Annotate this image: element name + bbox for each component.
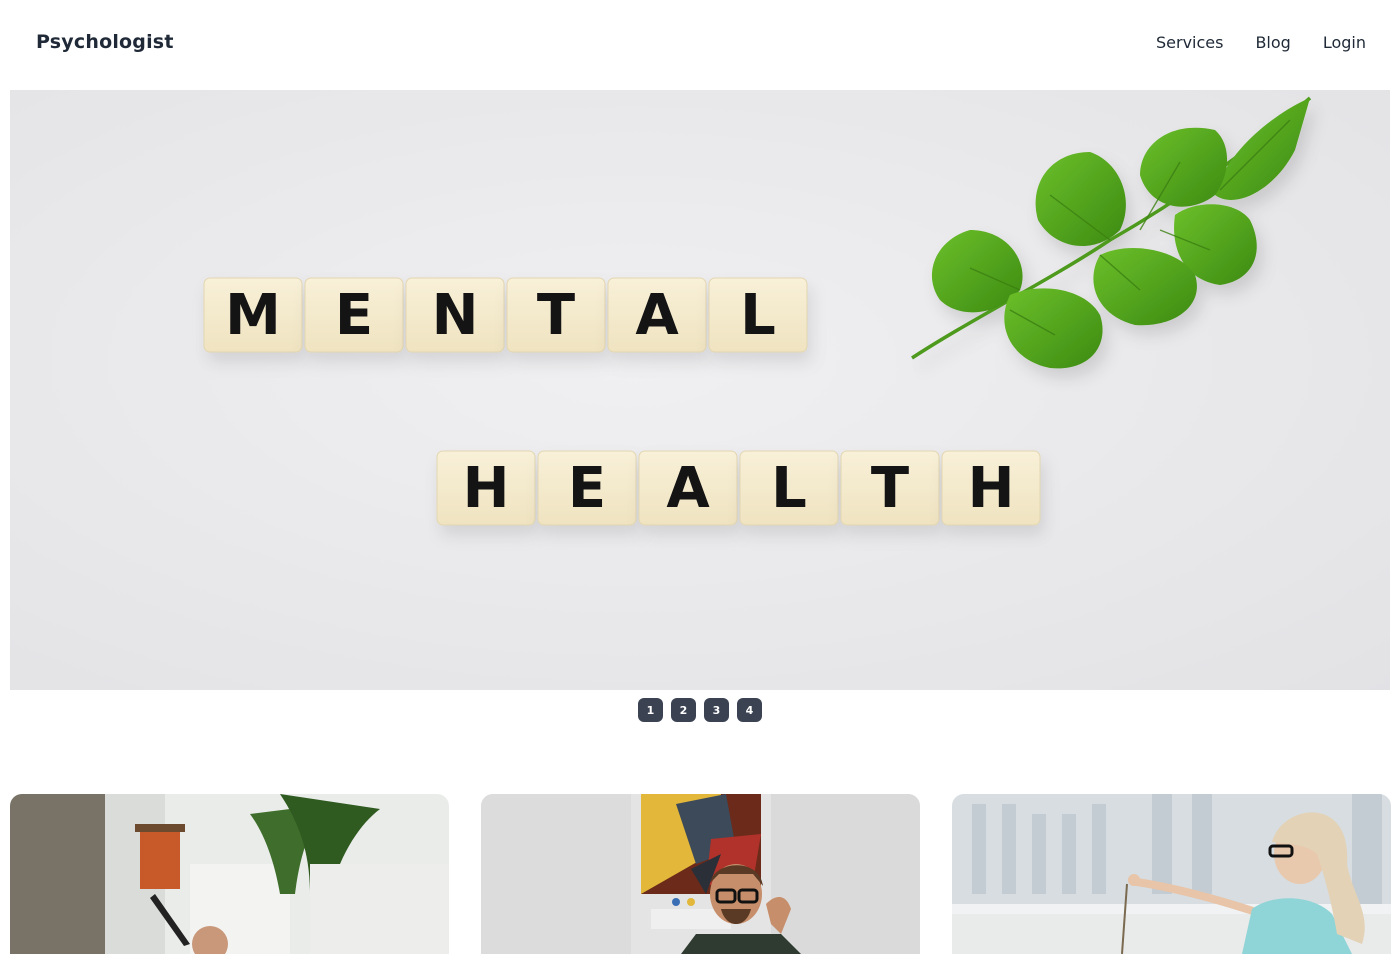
svg-text:M: M bbox=[225, 283, 281, 348]
nav-links: Services Blog Login bbox=[1156, 33, 1366, 52]
letter-tile: A bbox=[607, 277, 707, 353]
carousel-dot-2[interactable]: 2 bbox=[671, 698, 696, 722]
hero-banner-image: MENTAL HEALTH bbox=[10, 90, 1390, 690]
brand-logo[interactable]: Psychologist bbox=[36, 31, 174, 53]
carousel-dot-1[interactable]: 1 bbox=[638, 698, 663, 722]
service-card-1[interactable] bbox=[10, 794, 449, 954]
letter-tile: E bbox=[537, 450, 637, 526]
card-image-woman-therapy bbox=[952, 794, 1391, 954]
carousel-pagination: 1 2 3 4 bbox=[0, 698, 1396, 722]
svg-text:H: H bbox=[968, 456, 1015, 521]
letter-tile: A bbox=[638, 450, 738, 526]
letter-tile: H bbox=[436, 450, 536, 526]
svg-text:N: N bbox=[432, 283, 479, 348]
carousel-dot-4[interactable]: 4 bbox=[737, 698, 762, 722]
letter-tile: L bbox=[739, 450, 839, 526]
svg-text:A: A bbox=[666, 456, 710, 521]
nav-link-blog[interactable]: Blog bbox=[1255, 33, 1290, 52]
service-cards bbox=[10, 794, 1391, 954]
svg-text:E: E bbox=[568, 456, 606, 521]
letter-tile: N bbox=[405, 277, 505, 353]
svg-text:E: E bbox=[335, 283, 373, 348]
letter-tile: T bbox=[506, 277, 606, 353]
card-image-man-thinking bbox=[481, 794, 920, 954]
svg-text:T: T bbox=[537, 283, 575, 348]
card-image-therapist bbox=[10, 794, 449, 954]
svg-text:L: L bbox=[771, 456, 807, 521]
letter-tile: H bbox=[941, 450, 1041, 526]
nav-link-services[interactable]: Services bbox=[1156, 33, 1223, 52]
service-card-2[interactable] bbox=[481, 794, 920, 954]
svg-text:T: T bbox=[871, 456, 909, 521]
hero-illustration: MENTAL HEALTH bbox=[10, 90, 1390, 690]
letter-tile: E bbox=[304, 277, 404, 353]
service-card-3[interactable] bbox=[952, 794, 1391, 954]
letter-tile: M bbox=[203, 277, 303, 353]
svg-text:H: H bbox=[463, 456, 510, 521]
carousel-dot-3[interactable]: 3 bbox=[704, 698, 729, 722]
top-navbar: Psychologist Services Blog Login bbox=[0, 0, 1396, 84]
svg-text:A: A bbox=[635, 283, 679, 348]
letter-tile: T bbox=[840, 450, 940, 526]
nav-link-login[interactable]: Login bbox=[1323, 33, 1366, 52]
svg-text:L: L bbox=[740, 283, 776, 348]
letter-tile: L bbox=[708, 277, 808, 353]
